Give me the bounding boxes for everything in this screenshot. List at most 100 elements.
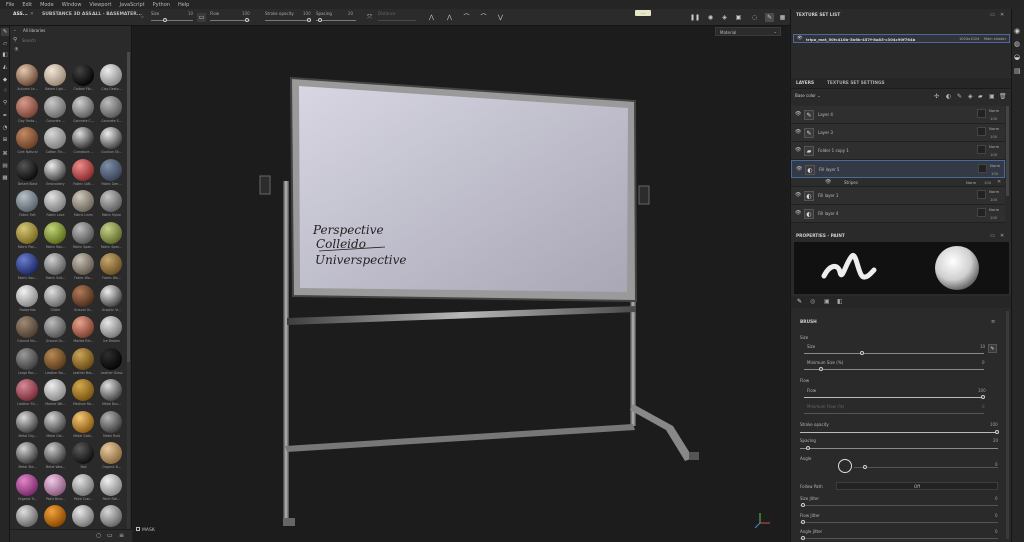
tab-substance-assets[interactable]: SUBSTANCE 3D ASS...: [42, 12, 97, 17]
stroke-opacity-slider-knob[interactable]: [995, 430, 999, 434]
asset-material-ball[interactable]: [72, 316, 94, 338]
distance-slider-track[interactable]: [378, 20, 416, 21]
material-tab-icon[interactable]: ◎: [810, 298, 815, 305]
visibility-eye-icon[interactable]: 👁: [795, 111, 801, 117]
add-mask-icon[interactable]: ◐: [946, 93, 951, 100]
blend-mode[interactable]: Norm: [990, 163, 1000, 168]
layer-row[interactable]: 👁 ▰ Folder 1 copy 1 Norm 100: [791, 142, 1005, 160]
asset-material-ball[interactable]: [72, 379, 94, 401]
stroke-slider-knob[interactable]: [307, 18, 311, 22]
stroke-opacity-slider-track[interactable]: [800, 432, 998, 433]
asset-material-ball[interactable]: [44, 221, 66, 244]
asset-material-ball[interactable]: [72, 158, 94, 181]
asset-material-ball[interactable]: [100, 347, 122, 370]
asset-material-ball[interactable]: [16, 316, 38, 338]
asset-material-ball[interactable]: [72, 473, 94, 496]
search-input[interactable]: [22, 37, 126, 44]
menu-edit[interactable]: Edit: [22, 2, 32, 8]
layer-row[interactable]: 👁 ◐ Fill layer 5 Norm 100: [791, 160, 1005, 178]
asset-material-ball[interactable]: [44, 379, 66, 401]
asset-material-ball[interactable]: [72, 64, 94, 86]
asset-material-ball[interactable]: [72, 284, 94, 307]
properties-scrollbar[interactable]: [1006, 311, 1009, 539]
effect-opacity[interactable]: 100: [984, 180, 991, 185]
menu-python[interactable]: Python: [153, 2, 170, 8]
asset-material-ball[interactable]: [100, 379, 122, 401]
layer-opacity[interactable]: 100: [991, 171, 998, 176]
visibility-eye-icon[interactable]: 👁: [795, 210, 801, 216]
smudge-icon[interactable]: ☝: [1, 87, 9, 95]
3d-viewport[interactable]: Material ⌄ Perspective Colleido Universp…: [133, 26, 789, 542]
layer-row[interactable]: 👁 ✎ Layer 3 Norm 100: [791, 124, 1005, 142]
asset-material-ball[interactable]: [16, 253, 38, 275]
display-icon[interactable]: ◍: [1014, 40, 1020, 48]
asset-material-ball[interactable]: [44, 190, 66, 212]
channel-select[interactable]: Base color ⌄: [795, 93, 831, 101]
visibility-eye-icon[interactable]: 👁: [795, 192, 801, 198]
asset-material-ball[interactable]: [72, 95, 94, 118]
asset-material-ball[interactable]: [44, 64, 66, 86]
asset-material-ball[interactable]: [100, 473, 122, 496]
mask-checkbox[interactable]: [136, 527, 140, 531]
tab-layers[interactable]: LAYERS: [796, 81, 814, 86]
mask-toggle[interactable]: MASK: [136, 527, 155, 533]
bake-icon[interactable]: ◔: [1, 124, 9, 132]
blend-mode[interactable]: Norm: [989, 126, 999, 131]
effect-blend[interactable]: Norm: [966, 180, 976, 185]
delete-layer-icon[interactable]: 🗑: [999, 93, 1007, 100]
duplicate-layer-icon[interactable]: ▣: [989, 93, 995, 100]
spacing-slider-track[interactable]: [316, 20, 356, 21]
menu-viewport[interactable]: Viewport: [89, 2, 111, 8]
maximize-icon[interactable]: ▭: [990, 12, 995, 18]
menu-help[interactable]: Help: [178, 2, 189, 8]
scrollbar-track[interactable]: [127, 52, 130, 537]
asset-material-ball[interactable]: [16, 347, 38, 370]
stencil-tab-icon[interactable]: ▣: [824, 298, 830, 305]
close-icon[interactable]: ✕: [1000, 12, 1004, 18]
asset-material-ball[interactable]: [72, 221, 94, 244]
mirror-icon[interactable]: ⋁: [496, 13, 505, 22]
asset-material-ball[interactable]: [100, 253, 122, 275]
menu-window[interactable]: Window: [62, 2, 82, 8]
angle-dial[interactable]: [838, 459, 852, 473]
asset-material-ball[interactable]: [44, 158, 66, 181]
preset-menu-icon[interactable]: ≡: [991, 319, 995, 325]
path-icon[interactable]: ⌘: [1, 150, 9, 158]
asset-material-ball[interactable]: [16, 442, 38, 464]
asset-material-ball[interactable]: [44, 253, 66, 275]
visibility-eye-icon[interactable]: 👁: [797, 36, 803, 41]
asset-material-ball[interactable]: [16, 410, 38, 433]
visibility-eye-icon[interactable]: 👁: [795, 147, 801, 153]
menu-file[interactable]: File: [6, 2, 14, 8]
visibility-eye-icon[interactable]: 👁: [796, 166, 802, 172]
asset-material-ball[interactable]: [72, 190, 94, 212]
layer-row[interactable]: 👁 ✎ Layer 4 Norm 100: [791, 106, 1005, 124]
asset-material-ball[interactable]: [16, 473, 38, 496]
asset-material-ball[interactable]: [44, 127, 66, 149]
tab-assets[interactable]: ASS...: [13, 12, 28, 17]
filter-icon[interactable]: ⚗: [14, 47, 18, 53]
angle-slider-track[interactable]: [854, 467, 998, 468]
size-slider-knob[interactable]: [860, 351, 864, 355]
add-effect-icon[interactable]: ✣: [934, 93, 939, 100]
visibility-eye-icon[interactable]: 👁: [795, 129, 801, 135]
settings-icon[interactable]: ▤: [1014, 67, 1021, 75]
asset-material-ball[interactable]: [16, 127, 38, 149]
layer-opacity[interactable]: 100: [990, 197, 997, 202]
asset-material-ball[interactable]: [100, 158, 122, 181]
texture-set-icon[interactable]: ◉: [1014, 27, 1020, 35]
angle-slider-knob[interactable]: [863, 465, 867, 469]
asset-material-ball[interactable]: [100, 64, 122, 86]
pen-pressure-icon[interactable]: ✎: [988, 344, 997, 353]
asset-material-ball[interactable]: [16, 64, 38, 86]
size-jitter-slider-knob[interactable]: [801, 503, 805, 507]
layer-row[interactable]: 👁 ◐ Fill layer 4 Norm 100: [791, 205, 1005, 223]
screenshot-icon[interactable]: ▣: [734, 13, 743, 22]
flow-icon[interactable]: ▭: [197, 13, 206, 22]
color-picker-icon[interactable]: ✒: [1, 112, 9, 120]
texture-mode-icon[interactable]: ▦: [778, 13, 787, 22]
menu-javascript[interactable]: JavaScript: [120, 2, 145, 8]
scrollbar-thumb[interactable]: [127, 52, 130, 362]
asset-material-ball[interactable]: [44, 347, 66, 370]
layer-opacity[interactable]: 100: [990, 134, 997, 139]
